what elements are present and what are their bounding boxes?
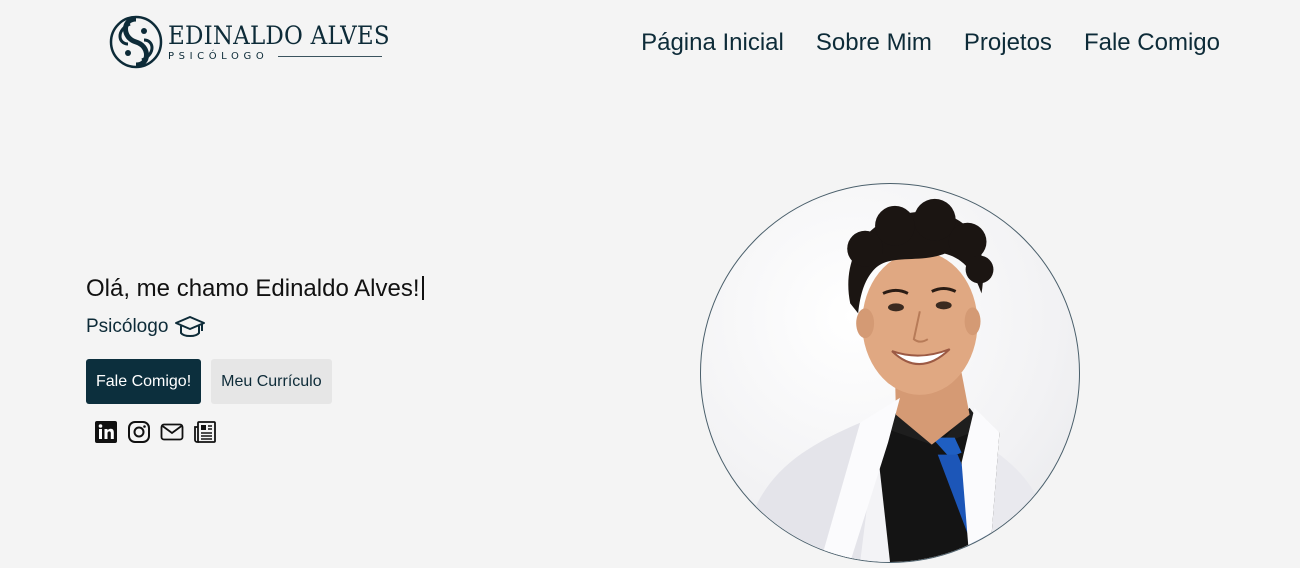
- divider: [278, 56, 383, 57]
- instagram-icon[interactable]: [127, 420, 151, 444]
- typing-cursor: [421, 276, 424, 300]
- contact-button[interactable]: Fale Comigo!: [86, 359, 202, 404]
- main-nav: Página Inicial Sobre Mim Projetos Fale C…: [641, 26, 1220, 60]
- social-links: [86, 420, 606, 444]
- logo-text: EDINALDO ALVES PSICÓLOGO: [168, 20, 409, 63]
- nav-about[interactable]: Sobre Mim: [816, 26, 932, 60]
- newspaper-icon[interactable]: [193, 420, 217, 444]
- linkedin-icon[interactable]: [94, 420, 118, 444]
- hero-greeting: Olá, me chamo Edinaldo Alves!: [86, 270, 606, 308]
- profile-photo: [700, 183, 1080, 563]
- header: EDINALDO ALVES PSICÓLOGO Página Inicial …: [0, 0, 1300, 86]
- mail-icon[interactable]: [160, 420, 184, 444]
- hero-actions: Fale Comigo! Meu Currículo: [86, 359, 606, 404]
- role-title: Psicólogo: [86, 316, 169, 337]
- role-row: Psicólogo: [86, 312, 606, 342]
- resume-button[interactable]: Meu Currículo: [211, 359, 332, 404]
- greeting-text: Olá, me chamo Edinaldo Alves!: [86, 275, 420, 302]
- brand-subtitle-row: PSICÓLOGO: [168, 51, 409, 63]
- profile-portrait-illustration: [740, 198, 1060, 562]
- hero-section: Olá, me chamo Edinaldo Alves! Psicólogo …: [86, 270, 606, 444]
- yin-yang-s-icon: [109, 15, 163, 69]
- nav-projects[interactable]: Projetos: [964, 26, 1052, 60]
- nav-home[interactable]: Página Inicial: [641, 26, 784, 60]
- brand-subtitle: PSICÓLOGO: [168, 50, 269, 62]
- brand-logo[interactable]: EDINALDO ALVES PSICÓLOGO: [108, 14, 398, 70]
- brand-name: EDINALDO ALVES: [168, 20, 390, 50]
- nav-contact[interactable]: Fale Comigo: [1084, 26, 1220, 60]
- graduation-cap-icon: [175, 316, 206, 337]
